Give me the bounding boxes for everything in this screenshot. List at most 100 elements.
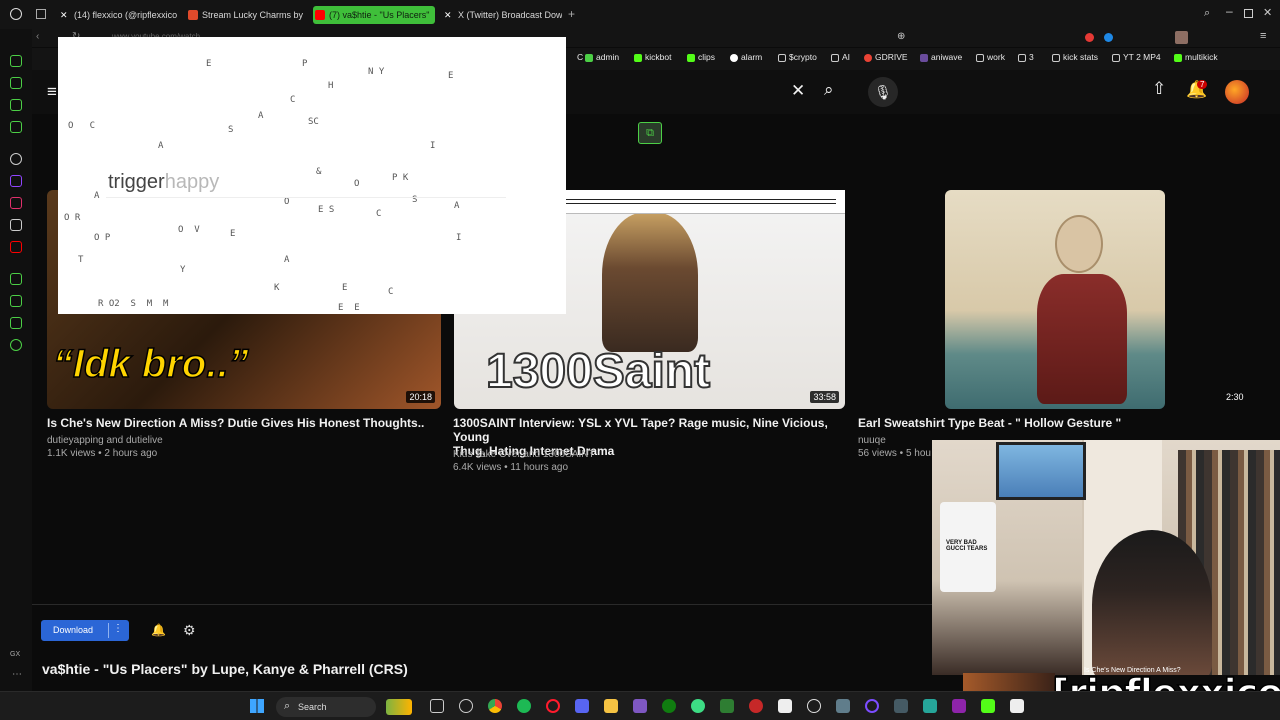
- back-icon[interactable]: ‹: [36, 31, 39, 42]
- new-tab-icon[interactable]: +: [568, 7, 575, 21]
- capcut-icon[interactable]: [1010, 699, 1024, 713]
- clock-icon: [730, 54, 738, 62]
- taskbar-search[interactable]: ⌕ Search: [276, 697, 412, 717]
- tab-twitter-profile[interactable]: ✕ (14) flexxico (@ripflexxico: [58, 6, 178, 24]
- kick-icon[interactable]: [981, 699, 995, 713]
- capcut-icon[interactable]: [778, 699, 792, 713]
- tab-youtube-active[interactable]: (7) va$htie - "Us Placers": [313, 6, 435, 24]
- camera-icon[interactable]: [633, 699, 647, 713]
- minimize-icon[interactable]: –: [1226, 4, 1233, 18]
- video-channel-2[interactable]: Kids Take Over and 1300SAINT: [453, 448, 595, 461]
- history-icon[interactable]: [10, 295, 22, 307]
- bookmark-alarm[interactable]: alarm: [730, 52, 762, 62]
- openai-icon[interactable]: [807, 699, 821, 713]
- video-channel-3[interactable]: nuuqe: [858, 434, 886, 447]
- zoom-icon[interactable]: ⊕: [897, 31, 905, 42]
- openai-icon[interactable]: [10, 153, 22, 165]
- tab-stream-lucky-charms[interactable]: Stream Lucky Charms by: [186, 6, 304, 24]
- file-explorer-icon[interactable]: [604, 699, 618, 713]
- bookmark-clips[interactable]: clips: [687, 52, 715, 62]
- extension-icon[interactable]: [1104, 33, 1113, 42]
- notes-icon[interactable]: [923, 699, 937, 713]
- m-icon[interactable]: [10, 121, 22, 133]
- youtube-icon: [315, 10, 325, 20]
- tabs-icon[interactable]: [10, 55, 22, 67]
- avatar[interactable]: [1225, 80, 1249, 104]
- settings-icon[interactable]: [10, 339, 22, 351]
- discord-icon[interactable]: [575, 699, 589, 713]
- app-icon[interactable]: [952, 699, 966, 713]
- upload-icon[interactable]: ⇧: [1152, 79, 1166, 99]
- video-thumbnail-3[interactable]: [945, 190, 1165, 409]
- android-icon[interactable]: [691, 699, 705, 713]
- folder-icon: [778, 54, 786, 62]
- bell-icon[interactable]: 🔔: [151, 623, 166, 637]
- bookmark-c[interactable]: C: [566, 52, 583, 62]
- hamburger-menu-icon[interactable]: ≡: [47, 82, 57, 102]
- windows-start-icon[interactable]: [250, 699, 264, 713]
- more-icon[interactable]: ⋯: [12, 669, 22, 680]
- folder-icon: [831, 54, 839, 62]
- bookmark-multikick[interactable]: multikick: [1174, 52, 1218, 62]
- settings-icon[interactable]: [459, 699, 473, 713]
- profile-avatar[interactable]: [1175, 31, 1188, 44]
- maximize-icon[interactable]: [1244, 9, 1253, 18]
- calculator-icon[interactable]: [894, 699, 908, 713]
- bookmark-kickbot[interactable]: kickbot: [634, 52, 671, 62]
- popout-icon[interactable]: ⧉: [638, 122, 662, 144]
- task-view-icon[interactable]: [430, 699, 444, 713]
- menu-icon[interactable]: ≡: [1260, 30, 1266, 42]
- pin-icon[interactable]: [10, 99, 22, 111]
- chrome-icon[interactable]: [488, 699, 502, 713]
- duration-badge: 20:18: [406, 391, 435, 403]
- album-figure-dress: [1037, 274, 1127, 404]
- app-icon[interactable]: [836, 699, 850, 713]
- search-icon[interactable]: ⌕: [824, 80, 834, 100]
- x-icon: ✕: [444, 10, 452, 20]
- bookmark-aniwave[interactable]: aniwave: [920, 52, 962, 62]
- gear-icon[interactable]: ⚙: [183, 622, 196, 639]
- twitch-icon[interactable]: [10, 175, 22, 187]
- app-icon[interactable]: [720, 699, 734, 713]
- youtube-icon[interactable]: [10, 241, 22, 253]
- bookmark-crypto[interactable]: $crypto: [778, 52, 817, 62]
- video-stats-1: 1.1K views • 2 hours ago: [47, 448, 158, 459]
- x-icon[interactable]: [10, 219, 22, 231]
- extension-icon[interactable]: [1085, 33, 1094, 42]
- clear-search-icon[interactable]: ✕: [791, 81, 805, 101]
- microphone-icon[interactable]: 🎙: [868, 77, 898, 107]
- video-channel-1[interactable]: dutieyapping and dutielive: [47, 434, 163, 447]
- browser-tab-bar: ✕ (14) flexxico (@ripflexxico Stream Luc…: [0, 0, 1280, 29]
- opera-icon[interactable]: [546, 699, 560, 713]
- search-highlight-icon: [386, 699, 412, 715]
- browser-logo-icon[interactable]: [10, 8, 22, 20]
- bookmark-work[interactable]: work: [976, 52, 1005, 62]
- now-playing-title: va$htie - "Us Placers" by Lupe, Kanye & …: [42, 661, 408, 677]
- tab-list-icon[interactable]: [36, 9, 46, 19]
- messenger-icon[interactable]: [10, 77, 22, 89]
- xbox-icon[interactable]: [662, 699, 676, 713]
- download-options-icon[interactable]: ⋮: [113, 623, 123, 634]
- opera-gx-icon[interactable]: [865, 699, 879, 713]
- record-icon[interactable]: [749, 699, 763, 713]
- bookmark-kick-stats[interactable]: kick stats: [1052, 52, 1098, 62]
- bookmark-admin[interactable]: admin: [585, 52, 619, 62]
- overlay-animation-card: E P N Y E H C O C S A SC A I & O P K A O…: [58, 37, 566, 314]
- video-title-3[interactable]: Earl Sweatshirt Type Beat - " Hollow Ges…: [858, 416, 1158, 430]
- bookmark-gdrive[interactable]: GDRIVE: [864, 52, 908, 62]
- video-title-1[interactable]: Is Che's New Direction A Miss? Dutie Giv…: [47, 416, 447, 430]
- download-button[interactable]: Download ⋮: [41, 620, 129, 641]
- tab-twitter-broadcast[interactable]: ✕ X (Twitter) Broadcast Dow: [442, 6, 562, 24]
- spotify-icon[interactable]: [517, 699, 531, 713]
- bookmark-3[interactable]: 3: [1018, 52, 1034, 62]
- instagram-icon[interactable]: [10, 197, 22, 209]
- folder-icon: [1112, 54, 1120, 62]
- gx-icon[interactable]: GX: [10, 651, 20, 658]
- play-icon[interactable]: [10, 273, 22, 285]
- search-icon[interactable]: ⌕: [1204, 7, 1210, 20]
- bookmark-ai[interactable]: AI: [831, 52, 850, 62]
- album-figure: [1055, 215, 1103, 273]
- cube-icon[interactable]: [10, 317, 22, 329]
- close-icon[interactable]: ✕: [1263, 6, 1272, 19]
- bookmark-yt2mp4[interactable]: YT 2 MP4: [1112, 52, 1161, 62]
